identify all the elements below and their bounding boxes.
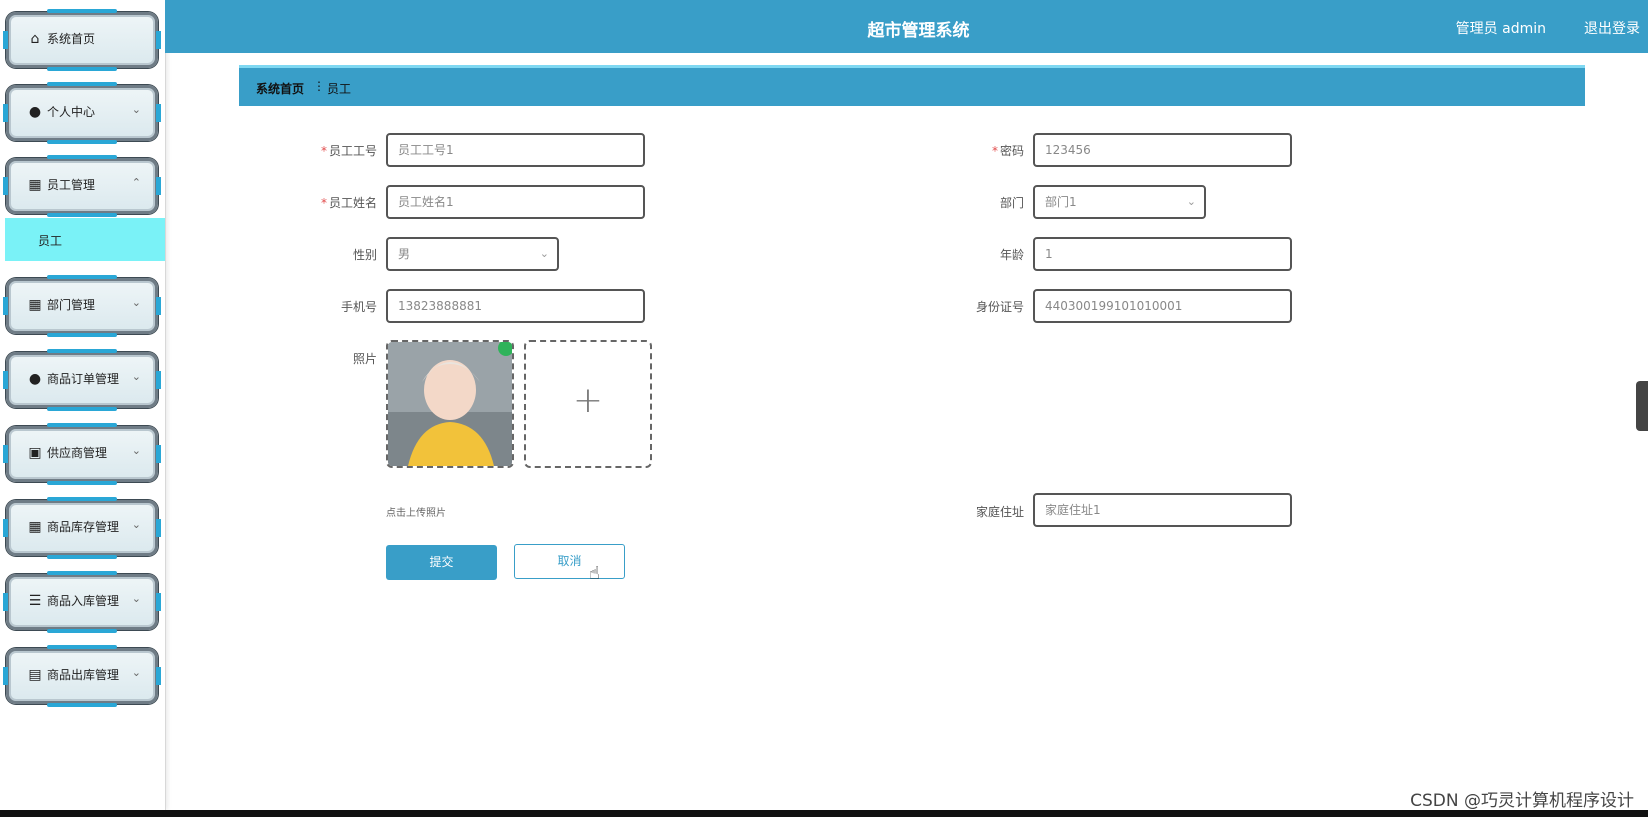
sidebar-item-label: 供应商管理 xyxy=(47,446,108,460)
grid-icon: ▦ xyxy=(28,297,42,313)
sidebar-item-order-management[interactable]: ● 商品订单管理 ⌄ xyxy=(3,349,161,411)
breadcrumb-current: 员工 xyxy=(327,82,352,96)
chevron-down-icon: ⌄ xyxy=(131,370,141,383)
breadcrumb-separator-icon: ⋮ xyxy=(313,79,325,93)
phone-label: 手机号 xyxy=(340,300,377,314)
emp-name-label: * 员工姓名 xyxy=(320,196,377,210)
chevron-up-icon: ⌃ xyxy=(131,176,141,189)
list-icon: ☰ xyxy=(28,593,42,609)
sidebar-item-label: 员工管理 xyxy=(47,178,96,192)
clipboard-icon: ▣ xyxy=(28,445,42,461)
gender-label: 性别 xyxy=(352,248,377,262)
password-label: * 密码 xyxy=(991,144,1024,158)
watermark: CSDN @巧灵计算机程序设计 xyxy=(1410,791,1634,811)
address-label: 家庭住址 xyxy=(975,505,1024,519)
sidebar-item-department-management[interactable]: ▦ 部门管理 ⌄ xyxy=(3,275,161,337)
emp-no-label: * 员工工号 xyxy=(320,144,377,158)
sidebar-item-label: 部门管理 xyxy=(47,298,96,312)
submit-button[interactable]: 提交 xyxy=(386,545,497,580)
chevron-down-icon: ⌄ xyxy=(539,247,549,260)
breadcrumb: 系统首页 ⋮ 员工 xyxy=(239,65,1585,106)
bottom-bar xyxy=(0,810,1648,817)
sidebar: ⌂ 系统首页 ● 个人中心 ⌄ ▦ 员工管理 ⌃ 员工 ▦ 部门管理 ⌄ ● 商… xyxy=(0,0,166,810)
upload-button[interactable]: + xyxy=(524,340,652,468)
chevron-down-icon: ⌄ xyxy=(131,296,141,309)
top-header: 超市管理系统 管理员 admin 退出登录 xyxy=(165,0,1648,53)
grid-icon: ▦ xyxy=(28,519,42,535)
gender-select-value: 男 xyxy=(398,247,411,261)
sidebar-item-stock-in-management[interactable]: ☰ 商品入库管理 ⌄ xyxy=(3,571,161,633)
address-input[interactable]: 家庭住址1 xyxy=(1033,493,1292,527)
chevron-down-icon: ⌄ xyxy=(1186,195,1196,208)
idcard-label: 身份证号 xyxy=(975,300,1024,314)
sidebar-item-supplier-management[interactable]: ▣ 供应商管理 ⌄ xyxy=(3,423,161,485)
sidebar-item-stock-out-management[interactable]: ▤ 商品出库管理 ⌄ xyxy=(3,645,161,707)
emp-name-input[interactable]: 员工姓名1 xyxy=(386,185,645,219)
app-title: 超市管理系统 xyxy=(867,21,970,41)
sidebar-item-label: 个人中心 xyxy=(47,105,96,119)
logout-link[interactable]: 退出登录 xyxy=(1584,18,1640,38)
breadcrumb-home[interactable]: 系统首页 xyxy=(256,80,304,97)
uploaded-photo[interactable] xyxy=(386,340,514,468)
sidebar-item-label: 系统首页 xyxy=(47,32,96,46)
grid-icon: ▦ xyxy=(28,177,42,193)
password-input[interactable]: 123456 xyxy=(1033,133,1292,167)
sidebar-item-profile[interactable]: ● 个人中心 ⌄ xyxy=(3,82,161,144)
chevron-down-icon: ⌄ xyxy=(131,103,141,116)
briefcase-icon: ▤ xyxy=(28,667,42,683)
plus-icon: + xyxy=(572,380,604,421)
gender-select[interactable]: 男 ⌄ xyxy=(386,237,559,271)
sidebar-item-inventory-management[interactable]: ▦ 商品库存管理 ⌄ xyxy=(3,497,161,559)
dept-label: 部门 xyxy=(999,196,1024,210)
side-drawer-handle[interactable] xyxy=(1636,381,1648,431)
sidebar-item-label: 商品订单管理 xyxy=(47,372,120,386)
sidebar-subitem-label: 员工 xyxy=(38,234,63,248)
phone-input[interactable]: 13823888881 xyxy=(386,289,645,323)
idcard-input[interactable]: 440300199101010001 xyxy=(1033,289,1292,323)
sidebar-item-label: 商品库存管理 xyxy=(47,520,120,534)
age-input[interactable]: 1 xyxy=(1033,237,1292,271)
emp-no-input[interactable]: 员工工号1 xyxy=(386,133,645,167)
chevron-down-icon: ⌄ xyxy=(131,518,141,531)
sidebar-item-label: 商品出库管理 xyxy=(47,668,120,682)
chevron-down-icon: ⌄ xyxy=(131,592,141,605)
current-user: 管理员 admin xyxy=(1455,21,1546,37)
hand-cursor-icon: ☝ xyxy=(589,563,600,584)
sidebar-item-home[interactable]: ⌂ 系统首页 xyxy=(3,9,161,71)
sidebar-item-employee-management[interactable]: ▦ 员工管理 ⌃ xyxy=(3,155,161,217)
photo-thumbnail xyxy=(388,342,512,466)
dept-select[interactable]: 部门1 ⌄ xyxy=(1033,185,1206,219)
sidebar-subitem-employee[interactable]: 员工 xyxy=(5,218,165,261)
cancel-button[interactable]: 取消 xyxy=(514,544,625,579)
balloon-icon: ● xyxy=(28,371,42,387)
photo-label: 照片 xyxy=(352,352,377,366)
age-label: 年龄 xyxy=(999,248,1024,262)
photo-upload-hint: 点击上传照片 xyxy=(386,508,446,519)
home-icon: ⌂ xyxy=(30,31,40,47)
sidebar-item-label: 商品入库管理 xyxy=(47,594,120,608)
chevron-down-icon: ⌄ xyxy=(131,666,141,679)
chevron-down-icon: ⌄ xyxy=(131,444,141,457)
dept-select-value: 部门1 xyxy=(1045,195,1077,209)
user-icon: ● xyxy=(28,104,42,120)
